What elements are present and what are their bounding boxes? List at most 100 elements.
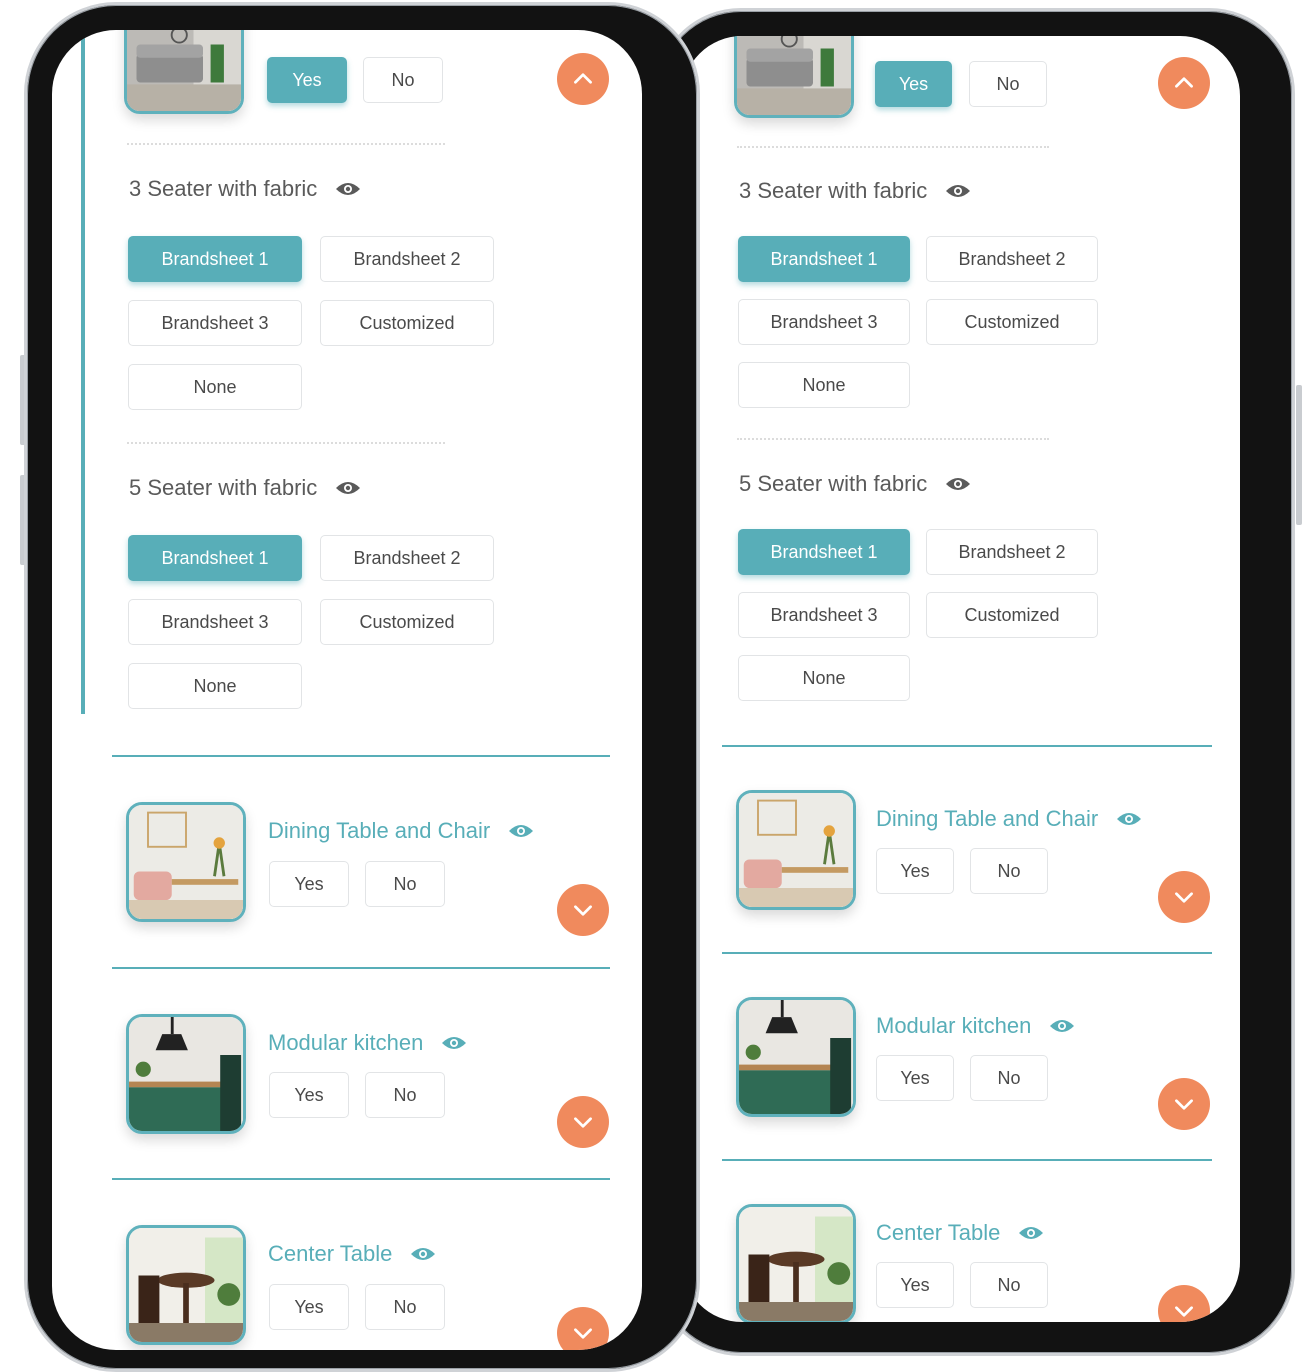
option-brandsheet-2[interactable]: Brandsheet 2 [926, 236, 1098, 282]
item-title-text: Dining Table and Chair [268, 818, 491, 843]
kitchen-no-button[interactable]: No [365, 1072, 445, 1118]
section-divider [112, 1178, 610, 1180]
separator [737, 146, 1049, 148]
item-title-text: Modular kitchen [268, 1030, 424, 1055]
section-divider [722, 1159, 1212, 1161]
dining-thumbnail [126, 802, 246, 922]
option-customized[interactable]: Customized [926, 299, 1098, 345]
option-brandsheet-1[interactable]: Brandsheet 1 [738, 236, 910, 282]
dining-no-button[interactable]: No [365, 861, 445, 907]
kitchen-no-button[interactable]: No [970, 1055, 1048, 1101]
kitchen-thumbnail [736, 997, 856, 1117]
eye-icon[interactable] [1116, 811, 1142, 827]
expand-button[interactable] [557, 1096, 609, 1148]
section-divider [722, 952, 1212, 954]
option-brandsheet-1[interactable]: Brandsheet 1 [738, 529, 910, 575]
expand-button[interactable] [1158, 1285, 1210, 1322]
sofa-thumbnail [734, 36, 854, 118]
option-customized[interactable]: Customized [320, 300, 494, 346]
item-title-center-table: Center Table [876, 1220, 1044, 1246]
option-brandsheet-2[interactable]: Brandsheet 2 [320, 236, 494, 282]
expand-button[interactable] [1158, 1078, 1210, 1130]
center-table-no-button[interactable]: No [970, 1262, 1048, 1308]
center-table-yes-button[interactable]: Yes [876, 1262, 954, 1308]
accordion-indent-line [81, 30, 85, 714]
option-brandsheet-2[interactable]: Brandsheet 2 [926, 529, 1098, 575]
section-divider [112, 755, 610, 757]
sofa-no-button[interactable]: No [363, 57, 443, 103]
center-table-thumbnail [736, 1204, 856, 1322]
kitchen-yes-button[interactable]: Yes [269, 1072, 349, 1118]
section-title-3-seater: 3 Seater with fabric [129, 176, 361, 202]
eye-icon[interactable] [945, 476, 971, 492]
item-title-text: Modular kitchen [876, 1013, 1032, 1038]
option-brandsheet-3[interactable]: Brandsheet 3 [738, 592, 910, 638]
option-customized[interactable]: Customized [926, 592, 1098, 638]
section-title-text: 5 Seater with fabric [739, 471, 928, 496]
option-brandsheet-3[interactable]: Brandsheet 3 [738, 299, 910, 345]
dining-yes-button[interactable]: Yes [269, 861, 349, 907]
separator [127, 143, 445, 145]
option-brandsheet-1[interactable]: Brandsheet 1 [128, 236, 302, 282]
item-title-center-table: Center Table [268, 1241, 436, 1267]
center-table-thumbnail [126, 1225, 246, 1345]
eye-icon[interactable] [410, 1246, 436, 1262]
item-title-dining: Dining Table and Chair [876, 806, 1142, 832]
option-customized[interactable]: Customized [320, 599, 494, 645]
option-none[interactable]: None [128, 364, 302, 410]
eye-icon[interactable] [508, 823, 534, 839]
section-title-text: 3 Seater with fabric [129, 176, 318, 201]
item-title-text: Dining Table and Chair [876, 806, 1099, 831]
sofa-no-button[interactable]: No [969, 61, 1047, 107]
sofa-thumbnail [124, 30, 244, 114]
phone-screen-left: Yes No 3 Seater with fabric Brandsheet 1… [52, 30, 642, 1350]
eye-icon[interactable] [335, 181, 361, 197]
eye-icon[interactable] [1018, 1225, 1044, 1241]
item-title-text: Center Table [876, 1220, 1001, 1245]
collapse-button[interactable] [557, 53, 609, 105]
kitchen-thumbnail [126, 1014, 246, 1134]
section-title-5-seater: 5 Seater with fabric [739, 471, 971, 497]
expand-button[interactable] [557, 1307, 609, 1350]
sofa-yes-button[interactable]: Yes [875, 61, 952, 107]
eye-icon[interactable] [441, 1035, 467, 1051]
option-none[interactable]: None [738, 655, 910, 701]
dining-yes-button[interactable]: Yes [876, 848, 954, 894]
section-title-3-seater: 3 Seater with fabric [739, 178, 971, 204]
item-title-kitchen: Modular kitchen [268, 1030, 467, 1056]
option-brandsheet-2[interactable]: Brandsheet 2 [320, 535, 494, 581]
chevron-up-icon [574, 73, 592, 84]
option-brandsheet-3[interactable]: Brandsheet 3 [128, 300, 302, 346]
option-none[interactable]: None [738, 362, 910, 408]
phone-screen-right: Yes No 3 Seater with fabric Brandsheet 1… [682, 36, 1240, 1322]
chevron-down-icon [574, 905, 592, 916]
dining-thumbnail [736, 790, 856, 910]
sofa-yes-button[interactable]: Yes [267, 57, 347, 103]
option-brandsheet-1[interactable]: Brandsheet 1 [128, 535, 302, 581]
eye-icon[interactable] [335, 480, 361, 496]
chevron-down-icon [1175, 1099, 1193, 1110]
option-brandsheet-3[interactable]: Brandsheet 3 [128, 599, 302, 645]
expand-button[interactable] [557, 884, 609, 936]
separator [737, 438, 1049, 440]
center-table-no-button[interactable]: No [365, 1284, 445, 1330]
dining-no-button[interactable]: No [970, 848, 1048, 894]
item-title-kitchen: Modular kitchen [876, 1013, 1075, 1039]
eye-icon[interactable] [1049, 1018, 1075, 1034]
section-divider [722, 745, 1212, 747]
kitchen-yes-button[interactable]: Yes [876, 1055, 954, 1101]
section-title-text: 5 Seater with fabric [129, 475, 318, 500]
section-divider [112, 967, 610, 969]
eye-icon[interactable] [945, 183, 971, 199]
chevron-down-icon [574, 1117, 592, 1128]
expand-button[interactable] [1158, 871, 1210, 923]
option-none[interactable]: None [128, 663, 302, 709]
collapse-button[interactable] [1158, 57, 1210, 109]
chevron-down-icon [1175, 892, 1193, 903]
center-table-yes-button[interactable]: Yes [269, 1284, 349, 1330]
item-title-dining: Dining Table and Chair [268, 818, 534, 844]
chevron-up-icon [1175, 77, 1193, 88]
section-title-5-seater: 5 Seater with fabric [129, 475, 361, 501]
power-button[interactable] [1296, 385, 1302, 525]
section-title-text: 3 Seater with fabric [739, 178, 928, 203]
